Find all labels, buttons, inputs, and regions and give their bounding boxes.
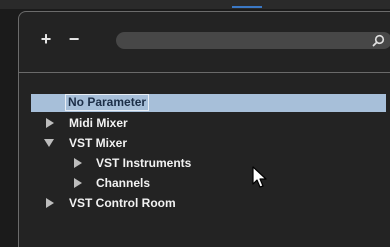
tree-item-label: VST Instruments [96, 156, 192, 170]
tree-item-label: VST Mixer [69, 136, 128, 150]
title-strip [0, 0, 390, 9]
tree-item-label: VST Control Room [69, 196, 176, 210]
app-window: + − No Parameter Midi Mixer VST Mixer VS… [0, 0, 390, 247]
tree-item-no-parameter[interactable]: No Parameter [31, 94, 386, 112]
tree-item-label: No Parameter [65, 94, 150, 111]
collapse-arrow-icon[interactable] [44, 138, 54, 148]
tree-item-vst-instruments[interactable]: VST Instruments [31, 154, 386, 172]
mouse-pointer-icon [252, 166, 267, 188]
tree-item-vst-mixer[interactable]: VST Mixer [31, 134, 386, 152]
expand-arrow-icon[interactable] [73, 178, 83, 188]
parameter-browser-panel: + − No Parameter Midi Mixer VST Mixer VS… [18, 11, 390, 247]
toolbar-divider [19, 72, 390, 73]
search-icon[interactable] [372, 34, 385, 47]
tree-item-midi-mixer[interactable]: Midi Mixer [31, 114, 386, 132]
tree-item-label: Channels [96, 176, 151, 190]
remove-button[interactable]: − [66, 30, 82, 48]
browser-toolbar: + − [19, 12, 390, 70]
tree-item-channels[interactable]: Channels [31, 174, 386, 192]
expand-arrow-icon[interactable] [45, 198, 55, 208]
search-field[interactable] [116, 32, 390, 49]
tree-item-vst-control-room[interactable]: VST Control Room [31, 194, 386, 212]
search-input[interactable] [126, 33, 362, 48]
accent-indicator [232, 6, 262, 8]
expand-arrow-icon[interactable] [73, 158, 83, 168]
expand-arrow-icon[interactable] [45, 118, 55, 128]
add-button[interactable]: + [38, 30, 54, 48]
tree-item-label: Midi Mixer [69, 116, 128, 130]
